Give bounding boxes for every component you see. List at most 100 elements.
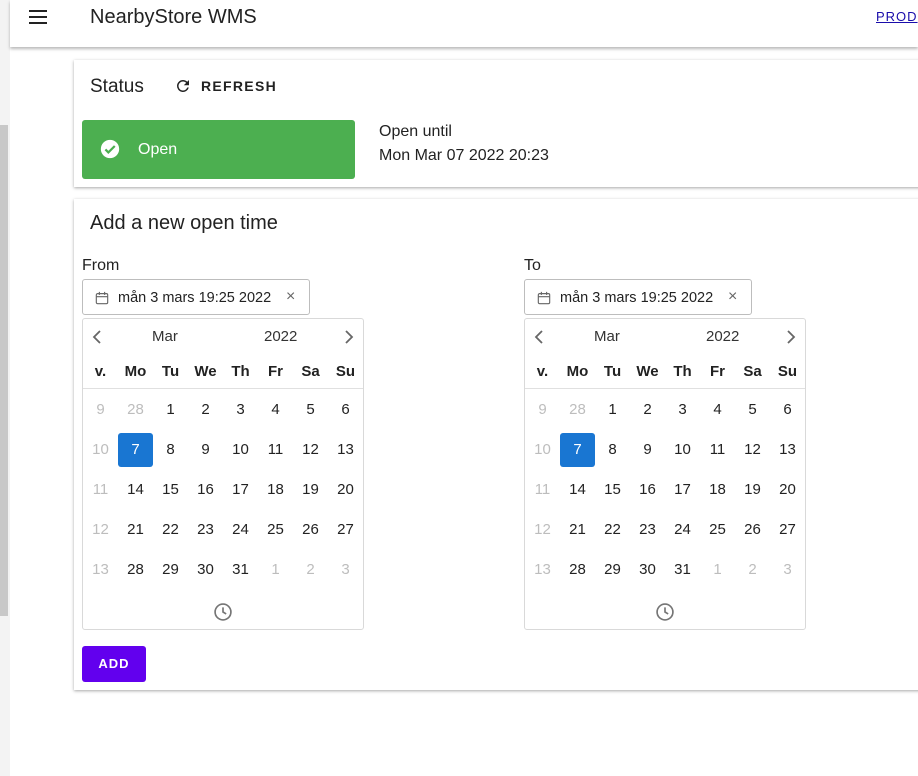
calendar-day[interactable]: 27 [770,513,805,547]
calendar-day[interactable]: 26 [735,513,770,547]
calendar-day[interactable]: 6 [770,393,805,427]
calendar-day[interactable]: 24 [223,513,258,547]
calendar-day[interactable]: 22 [153,513,188,547]
calendar-day[interactable]: 11 [700,433,735,467]
calendar-day[interactable]: 24 [665,513,700,547]
calendar-day[interactable]: 14 [118,473,153,507]
calendar-day[interactable]: 13 [770,433,805,467]
calendar-day[interactable]: 29 [153,553,188,587]
calendar-day[interactable]: 4 [700,393,735,427]
app-bar: NearbyStore WMS PROD [10,0,918,47]
calendar-day[interactable]: 12 [293,433,328,467]
calendar-year[interactable]: 2022 [264,328,297,345]
calendar-day[interactable]: 9 [630,433,665,467]
chevron-right-icon[interactable] [783,328,799,346]
calendar-day[interactable]: 25 [258,513,293,547]
calendar-day[interactable]: 15 [153,473,188,507]
calendar-day[interactable]: 21 [560,513,595,547]
calendar-day[interactable]: 17 [665,473,700,507]
calendar-day[interactable]: 12 [735,433,770,467]
refresh-button[interactable]: REFRESH [174,77,277,95]
calendar-day[interactable]: 28 [560,553,595,587]
week-number: 12 [92,521,109,538]
calendar-day[interactable]: 5 [735,393,770,427]
calendar-day[interactable]: 20 [328,473,363,507]
calendar-day[interactable]: 28 [118,393,153,427]
calendar-day[interactable]: 8 [153,433,188,467]
weekday-header: Sa [743,363,762,380]
calendar-day[interactable]: 2 [735,553,770,587]
from-calendar: Mar 2022 v. Mo Tu We Th Fr Sa Su 9 28 1 2 3 4 5 6 10 7 8 9… [82,318,364,630]
calendar-day[interactable]: 4 [258,393,293,427]
calendar-day[interactable]: 2 [630,393,665,427]
chevron-right-icon[interactable] [341,328,357,346]
calendar-day[interactable]: 6 [328,393,363,427]
calendar-day[interactable]: 1 [700,553,735,587]
calendar-day[interactable]: 26 [293,513,328,547]
calendar-day[interactable]: 9 [188,433,223,467]
calendar-day-selected[interactable]: 7 [118,433,153,467]
close-icon[interactable]: × [286,288,295,306]
clock-icon[interactable] [655,602,675,622]
to-date-input[interactable]: mån 3 mars 19:25 2022 × [524,279,752,315]
calendar-day-selected[interactable]: 7 [560,433,595,467]
calendar-day[interactable]: 20 [770,473,805,507]
calendar-day[interactable]: 25 [700,513,735,547]
calendar-day[interactable]: 14 [560,473,595,507]
prod-link[interactable]: PROD [876,9,918,24]
calendar-day[interactable]: 3 [770,553,805,587]
menu-icon[interactable] [29,10,47,24]
weekday-header-row: v. Mo Tu We Th Fr Sa Su [83,354,363,389]
calendar-day[interactable]: 1 [595,393,630,427]
calendar-day[interactable]: 28 [118,553,153,587]
weekday-header: We [636,363,659,380]
add-button[interactable]: ADD [82,646,146,682]
calendar-month[interactable]: Mar [594,328,620,345]
calendar-day[interactable]: 29 [595,553,630,587]
to-date-value: mån 3 mars 19:25 2022 [560,290,714,306]
calendar-day[interactable]: 10 [665,433,700,467]
calendar-month[interactable]: Mar [152,328,178,345]
calendar-day[interactable]: 19 [735,473,770,507]
calendar-day[interactable]: 19 [293,473,328,507]
calendar-day[interactable]: 3 [328,553,363,587]
calendar-day[interactable]: 3 [223,393,258,427]
calendar-day[interactable]: 15 [595,473,630,507]
clock-icon[interactable] [213,602,233,622]
calendar-grid: 9 28 1 2 3 4 5 6 10 7 8 9 10 11 12 13 11 14 15 16 17 18 19 20 12… [525,393,805,593]
chevron-left-icon[interactable] [89,328,105,346]
calendar-day[interactable]: 2 [293,553,328,587]
calendar-day[interactable]: 28 [560,393,595,427]
left-scroll-rail [0,0,10,776]
calendar-day[interactable]: 22 [595,513,630,547]
calendar-day[interactable]: 3 [665,393,700,427]
calendar-day[interactable]: 23 [630,513,665,547]
calendar-day[interactable]: 27 [328,513,363,547]
calendar-day[interactable]: 16 [630,473,665,507]
calendar-day[interactable]: 18 [700,473,735,507]
calendar-day[interactable]: 16 [188,473,223,507]
calendar-day[interactable]: 31 [665,553,700,587]
calendar-day[interactable]: 21 [118,513,153,547]
calendar-day[interactable]: 5 [293,393,328,427]
close-icon[interactable]: × [728,288,737,306]
calendar-day[interactable]: 10 [223,433,258,467]
calendar-day[interactable]: 30 [188,553,223,587]
calendar-day[interactable]: 11 [258,433,293,467]
calendar-year[interactable]: 2022 [706,328,739,345]
calendar-day[interactable]: 31 [223,553,258,587]
calendar-day[interactable]: 30 [630,553,665,587]
calendar-day[interactable]: 8 [595,433,630,467]
week-number: 11 [534,481,551,498]
week-number: 10 [534,441,551,458]
calendar-day[interactable]: 23 [188,513,223,547]
calendar-day[interactable]: 1 [258,553,293,587]
calendar-day[interactable]: 17 [223,473,258,507]
calendar-day[interactable]: 13 [328,433,363,467]
scrollbar-thumb[interactable] [0,125,8,616]
calendar-day[interactable]: 18 [258,473,293,507]
calendar-day[interactable]: 2 [188,393,223,427]
from-date-input[interactable]: mån 3 mars 19:25 2022 × [82,279,310,315]
chevron-left-icon[interactable] [531,328,547,346]
calendar-day[interactable]: 1 [153,393,188,427]
